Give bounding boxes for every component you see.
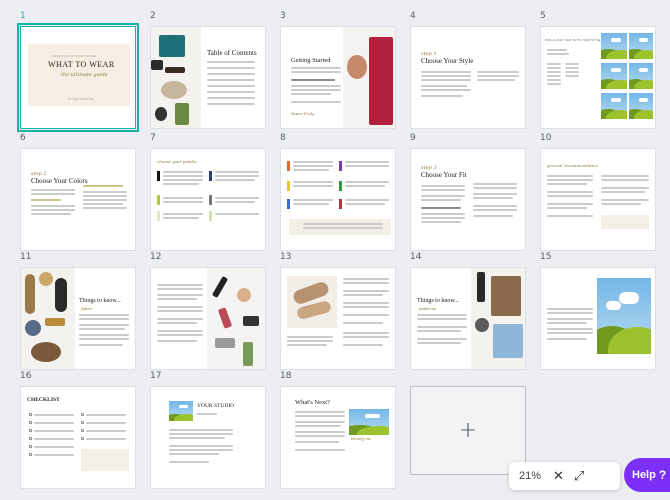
page-preview[interactable]: YOUR STUDIO	[150, 386, 266, 489]
page-title: general recommendation	[547, 163, 598, 168]
page-number: 3	[280, 11, 286, 21]
image-placeholder	[629, 33, 653, 59]
page-number: 10	[540, 133, 552, 143]
page-number: 13	[280, 252, 292, 262]
image-placeholder	[629, 63, 653, 89]
page-preview[interactable]: PICK A LOOK THAT SUITS YOUR STYLE	[540, 26, 656, 129]
page-number: 1	[20, 11, 26, 21]
page-title: Things to know...	[417, 298, 459, 304]
page-title: What's Next?	[295, 399, 330, 406]
page-preview[interactable]: general recommendation	[540, 148, 656, 251]
image-placeholder	[597, 278, 651, 354]
help-label: Help	[632, 469, 656, 481]
image-placeholder	[629, 93, 653, 119]
page-preview[interactable]	[280, 267, 396, 370]
page-subtitle: fabric	[81, 306, 93, 311]
help-button[interactable]: Help ?	[624, 458, 670, 492]
page-preview[interactable]: choose your palette	[150, 148, 266, 251]
page-preview[interactable]: step 3 Choose Your Fit	[410, 148, 526, 251]
outfit-photo	[471, 268, 525, 369]
question-icon: ?	[658, 468, 667, 482]
page-title: YOUR STUDIO	[197, 403, 235, 409]
cover-footer: GUIDE EDITION	[68, 97, 94, 101]
page-thumbnail-grid: 1 FASHION & STYLING GUIDE WHAT TO WEAR t…	[0, 0, 670, 500]
page-title: Getting Started	[291, 57, 331, 64]
page-title: PICK A LOOK THAT SUITS YOUR STYLE	[545, 39, 601, 42]
page-title: CHECKLIST	[27, 397, 60, 403]
image-placeholder	[349, 409, 389, 435]
cover-title: WHAT TO WEAR	[48, 60, 115, 69]
page-number: 16	[20, 371, 32, 381]
note-box	[81, 449, 129, 471]
page-preview[interactable]: What's Next? Identify me	[280, 386, 396, 489]
image-placeholder	[169, 401, 193, 421]
cover-eyebrow: FASHION & STYLING GUIDE	[52, 54, 97, 58]
image-placeholder	[601, 63, 627, 89]
page-number: 15	[540, 252, 552, 262]
page-preview[interactable]: Table of Contents	[150, 26, 266, 129]
page-number: 11	[20, 252, 32, 262]
page-preview[interactable]	[540, 267, 656, 370]
image-placeholder	[601, 33, 627, 59]
add-page-button[interactable]: +	[410, 386, 526, 475]
cover-subtitle: the ultimate guide	[61, 72, 108, 78]
page-preview[interactable]: step 2 Choose Your Colors	[20, 148, 136, 251]
page-title: Table of Contents	[207, 49, 257, 57]
zoom-controls: 21% ✕ ⤢	[509, 462, 620, 490]
makeup-photo	[207, 268, 265, 369]
page-number: 7	[150, 133, 156, 143]
shoes-photo	[287, 276, 337, 328]
plus-icon: +	[458, 418, 478, 443]
note-box	[601, 215, 649, 229]
page-number: 14	[410, 252, 422, 262]
page-number: 17	[150, 371, 162, 381]
signature: Identify me	[351, 437, 372, 441]
zoom-level[interactable]: 21%	[519, 470, 543, 482]
clothes-photo	[151, 27, 201, 128]
page-number: 5	[540, 11, 546, 21]
close-icon[interactable]: ✕	[553, 469, 564, 484]
page-preview[interactable]: FASHION & STYLING GUIDE WHAT TO WEAR the…	[17, 23, 139, 132]
page-number: 12	[150, 252, 162, 262]
page-title: Choose Your Style	[421, 57, 474, 65]
page-preview[interactable]	[150, 267, 266, 370]
page-number: 4	[410, 11, 416, 21]
page-number: 9	[410, 133, 416, 143]
dress-photo	[343, 27, 395, 128]
page-preview[interactable]: step 1 Choose Your Style	[410, 26, 526, 129]
page-preview[interactable]: Getting Started Yours Truly	[280, 26, 396, 129]
page-number: 18	[280, 371, 292, 381]
page-title: Choose Your Colors	[31, 177, 88, 185]
page-number: 2	[150, 11, 156, 21]
page-title: Things to know...	[79, 298, 121, 304]
page-preview[interactable]	[280, 148, 396, 251]
page-subtitle: patterns	[419, 306, 437, 311]
accessories-photo	[21, 268, 75, 369]
page-preview[interactable]: CHECKLIST	[20, 386, 136, 489]
page-title: Choose Your Fit	[421, 171, 467, 179]
expand-icon[interactable]: ⤢	[574, 469, 584, 484]
page-number: 8	[280, 133, 286, 143]
image-placeholder	[601, 93, 627, 119]
page-number: 6	[20, 133, 26, 143]
page-preview[interactable]: Things to know... patterns	[410, 267, 526, 370]
page-title: choose your palette	[157, 159, 197, 164]
page-preview[interactable]: Things to know... fabric	[20, 267, 136, 370]
